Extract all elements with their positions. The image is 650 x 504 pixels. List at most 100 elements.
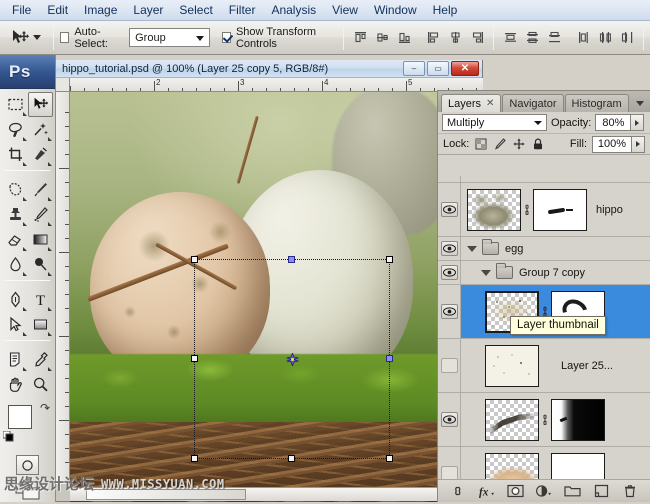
clone-stamp-tool[interactable] <box>3 202 28 227</box>
align-bottom-edges-button[interactable] <box>394 28 414 48</box>
group-name[interactable]: Group 7 copy <box>519 267 585 279</box>
table-row[interactable] <box>438 176 650 183</box>
layer-row-group-7-copy[interactable]: Group 7 copy <box>438 261 650 285</box>
layer-thumbnail[interactable] <box>485 344 539 387</box>
blend-mode-dropdown[interactable]: Multiply <box>442 114 547 131</box>
tab-histogram[interactable]: Histogram <box>564 94 629 112</box>
layer-mask-thumbnail[interactable] <box>533 188 587 231</box>
layer-visibility-toggle[interactable] <box>438 285 461 338</box>
foreground-color-swatch[interactable] <box>8 405 32 429</box>
maximize-button[interactable]: ▭ <box>427 61 449 76</box>
delete-layer-button[interactable] <box>621 483 638 500</box>
add-layer-style-button[interactable]: fx <box>478 483 495 500</box>
horizontal-ruler[interactable]: 2 3 4 5 <box>70 78 483 92</box>
tool-preset-arrow[interactable] <box>33 35 41 40</box>
rectangular-marquee-tool[interactable] <box>3 92 28 117</box>
menu-item-help[interactable]: Help <box>425 1 466 19</box>
align-left-edges-button[interactable] <box>423 28 443 48</box>
screen-mode-button[interactable] <box>15 482 41 504</box>
show-transform-controls-checkbox[interactable] <box>221 32 231 43</box>
opacity-slider-button[interactable] <box>631 114 645 131</box>
lock-image-pixels-button[interactable] <box>493 137 507 151</box>
lock-all-button[interactable] <box>531 137 545 151</box>
rectangle-shape-tool[interactable] <box>28 312 53 337</box>
distribute-left-edges-button[interactable] <box>573 28 593 48</box>
eyedropper-tool[interactable] <box>28 347 53 372</box>
layer-thumbnail[interactable] <box>467 188 521 231</box>
notes-tool[interactable] <box>3 347 28 372</box>
menu-item-filter[interactable]: Filter <box>221 1 264 19</box>
menu-item-view[interactable]: View <box>324 1 366 19</box>
menu-item-file[interactable]: File <box>4 1 39 19</box>
panel-menu-button[interactable] <box>633 96 647 110</box>
group-expand-triangle-icon[interactable] <box>481 269 491 276</box>
canvas-horizontal-scrollbar[interactable] <box>70 487 469 501</box>
layer-thumbnail[interactable] <box>485 452 539 479</box>
new-adjustment-layer-button[interactable] <box>535 483 552 500</box>
distribute-bottom-edges-button[interactable] <box>544 28 564 48</box>
path-selection-tool[interactable] <box>3 312 28 337</box>
layer-visibility-toggle[interactable] <box>438 237 461 260</box>
new-layer-button[interactable] <box>593 483 610 500</box>
eraser-tool[interactable] <box>3 227 28 252</box>
layer-visibility-toggle[interactable] <box>438 183 461 236</box>
layer-mask-link-icon[interactable] <box>521 204 533 216</box>
align-top-edges-button[interactable] <box>350 28 370 48</box>
fill-value[interactable]: 100% <box>592 135 632 153</box>
align-vertical-centers-button[interactable] <box>372 28 392 48</box>
group-name[interactable]: egg <box>505 243 523 255</box>
group-expand-triangle-icon[interactable] <box>467 245 477 252</box>
crop-tool[interactable] <box>3 142 28 167</box>
image-canvas[interactable] <box>70 92 469 502</box>
close-button[interactable]: ✕ <box>451 61 479 76</box>
tab-layers[interactable]: Layers ✕ <box>441 94 502 112</box>
fill-slider-button[interactable] <box>632 135 645 153</box>
distribute-vertical-centers-button[interactable] <box>522 28 542 48</box>
layer-row-brush-stroke[interactable] <box>438 393 650 447</box>
pen-tool[interactable] <box>3 287 28 312</box>
lock-transparent-pixels-button[interactable] <box>474 137 488 151</box>
quick-mask-button[interactable] <box>16 455 39 475</box>
align-horizontal-centers-button[interactable] <box>445 28 465 48</box>
align-right-edges-button[interactable] <box>467 28 487 48</box>
menu-item-edit[interactable]: Edit <box>39 1 76 19</box>
layer-thumbnail[interactable] <box>485 398 539 441</box>
dodge-tool[interactable] <box>28 252 53 277</box>
hand-tool[interactable] <box>3 372 28 397</box>
layer-row-partial[interactable] <box>438 447 650 479</box>
layer-row-hippo[interactable]: hippo <box>438 183 650 237</box>
magic-wand-tool[interactable] <box>28 117 53 142</box>
lock-position-button[interactable] <box>512 137 526 151</box>
zoom-tool[interactable] <box>28 372 53 397</box>
swap-colors-icon[interactable]: ↷ <box>40 401 50 415</box>
menu-item-analysis[interactable]: Analysis <box>263 1 324 19</box>
document-title-bar[interactable]: hippo_tutorial.psd @ 100% (Layer 25 copy… <box>56 60 482 78</box>
slice-tool[interactable] <box>28 142 53 167</box>
lasso-tool[interactable] <box>3 117 28 142</box>
auto-select-checkbox[interactable] <box>60 32 70 43</box>
layer-mask-thumbnail[interactable] <box>551 452 605 479</box>
layer-name[interactable]: hippo <box>596 204 623 216</box>
layer-name[interactable]: Layer 25... <box>561 360 613 372</box>
fill-control[interactable]: 100% <box>592 135 645 153</box>
default-colors-icon[interactable] <box>2 430 14 442</box>
link-layers-button[interactable] <box>450 483 467 500</box>
brush-tool[interactable] <box>28 177 53 202</box>
patch-healing-tool[interactable] <box>3 177 28 202</box>
layer-row-layer-25[interactable]: Layer 25... <box>438 339 650 393</box>
opacity-value[interactable]: 80% <box>595 114 632 131</box>
minimize-button[interactable]: – <box>403 61 425 76</box>
horizontal-scrollbar-thumb[interactable] <box>86 489 246 500</box>
menu-item-window[interactable]: Window <box>366 1 425 19</box>
distribute-horizontal-centers-button[interactable] <box>595 28 615 48</box>
menu-item-layer[interactable]: Layer <box>125 1 171 19</box>
close-icon[interactable]: ✕ <box>486 98 494 109</box>
distribute-top-edges-button[interactable] <box>500 28 520 48</box>
vertical-ruler[interactable] <box>56 92 70 484</box>
history-brush-tool[interactable] <box>28 202 53 227</box>
menu-item-select[interactable]: Select <box>171 1 220 19</box>
layer-visibility-toggle[interactable] <box>438 261 461 284</box>
active-tool-preview[interactable] <box>0 28 47 48</box>
layer-visibility-toggle[interactable] <box>438 339 461 392</box>
type-tool[interactable]: T <box>28 287 53 312</box>
